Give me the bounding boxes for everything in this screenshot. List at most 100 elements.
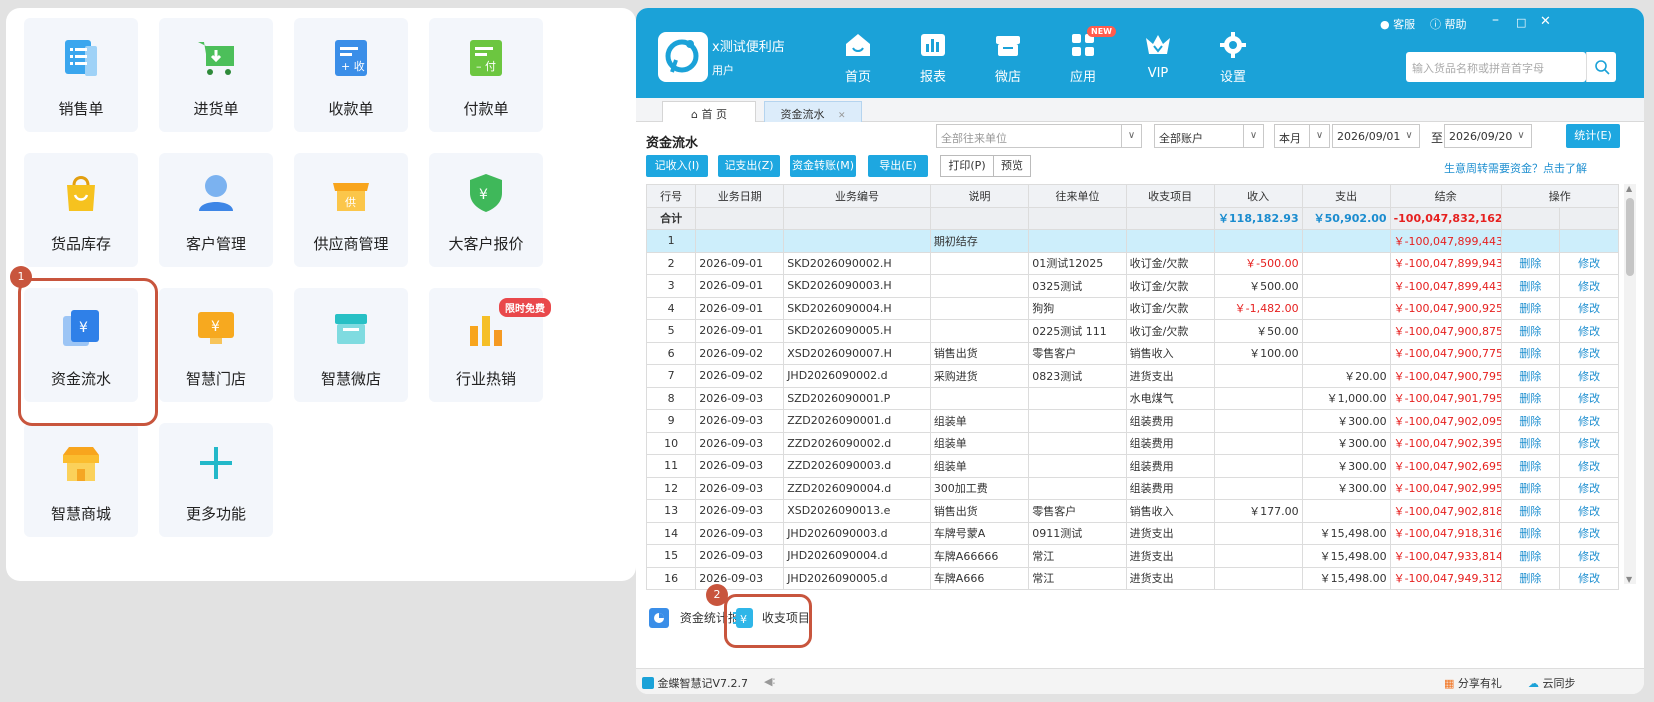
record-expense-button[interactable]: 记支出(Z) <box>718 155 780 177</box>
table-row[interactable]: 14 2026-09-03 JHD2026090003.d 车牌号蒙A 0911测试 进货… <box>645 521 1619 545</box>
row-code[interactable]: JHD2026090003.d <box>783 521 931 545</box>
date-from-picker[interactable]: 2026/09/01 ∨ <box>1332 124 1420 148</box>
table-row[interactable]: 16 2026-09-03 JHD2026090005.d 车牌A666 常江 进货支出 ￥… <box>645 566 1619 590</box>
tile-mall[interactable]: 智慧商城 <box>24 423 138 537</box>
tile-sales-order[interactable]: 销售单 <box>24 18 138 132</box>
customer-service-link[interactable]: ● 客服 <box>1380 16 1415 32</box>
row-code[interactable]: XSD2026090013.e <box>783 499 931 523</box>
scroll-up-icon[interactable]: ▲ <box>1626 184 1632 193</box>
delete-link[interactable]: 删除 <box>1500 274 1561 298</box>
edit-link[interactable]: 修改 <box>1559 274 1619 298</box>
table-scrollbar[interactable]: ▲ ▼ <box>1624 184 1636 584</box>
col-header-desc[interactable]: 说明 <box>929 184 1030 208</box>
table-row[interactable]: 15 2026-09-03 JHD2026090004.d 车牌A66666 常江 进货支… <box>645 544 1619 568</box>
nav-home[interactable]: 首页 <box>828 32 888 85</box>
nav-report[interactable]: 报表 <box>903 32 963 85</box>
tile-payment[interactable]: – 付 付款单 <box>429 18 543 132</box>
delete-link[interactable]: 删除 <box>1500 454 1561 478</box>
tab-close-icon[interactable]: ✕ <box>838 111 846 121</box>
account-select[interactable]: 全部账户 ∨ <box>1154 124 1264 148</box>
edit-link[interactable]: 修改 <box>1559 454 1619 478</box>
col-header-item[interactable]: 收支项目 <box>1125 184 1215 208</box>
edit-link[interactable]: 修改 <box>1559 409 1619 433</box>
delete-link[interactable]: 删除 <box>1500 409 1561 433</box>
row-code[interactable]: ZZD2026090003.d <box>783 454 931 478</box>
delete-link[interactable]: 删除 <box>1500 566 1561 590</box>
delete-link[interactable]: 删除 <box>1500 386 1561 410</box>
store-name[interactable]: x测试便利店 <box>712 36 785 55</box>
table-row[interactable]: 8 2026-09-03 SZD2026090001.P 水电煤气 ￥1,000.00 ￥… <box>645 386 1619 410</box>
nav-settings[interactable]: 设置 <box>1203 32 1263 85</box>
edit-link[interactable]: 修改 <box>1559 544 1619 568</box>
delete-link[interactable]: 删除 <box>1500 341 1561 365</box>
partner-select[interactable]: 全部往来单位 ∨ <box>936 124 1142 148</box>
close-button[interactable]: ✕ <box>1540 14 1551 29</box>
edit-link[interactable]: 修改 <box>1559 319 1619 343</box>
table-row[interactable]: 4 2026-09-01 SKD2026090004.H 狗狗 收订金/欠款 ￥-1,48… <box>645 296 1619 320</box>
table-row[interactable]: 6 2026-09-02 XSD2026090007.H 销售出货 零售客户 销售收入 ￥1… <box>645 341 1619 365</box>
edit-link[interactable]: 修改 <box>1559 364 1619 388</box>
edit-link[interactable]: 修改 <box>1559 386 1619 410</box>
col-header-expense[interactable]: 支出 <box>1301 184 1391 208</box>
scroll-down-icon[interactable]: ▼ <box>1626 575 1632 584</box>
edit-link[interactable]: 修改 <box>1559 521 1619 545</box>
col-header-no[interactable]: 行号 <box>645 184 697 208</box>
delete-link[interactable]: 删除 <box>1500 431 1561 455</box>
tab-home[interactable]: ⌂ 首 页 <box>662 101 756 122</box>
stat-button[interactable]: 统计(E) <box>1566 124 1620 148</box>
edit-link[interactable]: 修改 <box>1559 296 1619 320</box>
delete-link[interactable]: 删除 <box>1500 364 1561 388</box>
table-row[interactable]: 12 2026-09-03 ZZD2026090004.d 300加工费 组装费用 ￥30… <box>645 476 1619 500</box>
delete-link[interactable]: 删除 <box>1500 296 1561 320</box>
fund-transfer-button[interactable]: 资金转账(M) <box>790 155 856 177</box>
row-code[interactable]: SKD2026090004.H <box>783 296 931 320</box>
maximize-button[interactable]: □ <box>1516 16 1526 29</box>
tab-cash-flow[interactable]: 资金流水 ✕ <box>764 101 862 122</box>
tile-supplier[interactable]: 供 供应商管理 <box>294 153 408 267</box>
scroll-thumb[interactable] <box>1626 198 1634 276</box>
row-code[interactable]: ZZD2026090002.d <box>783 431 931 455</box>
share-gift-link[interactable]: ▦ 分享有礼 <box>1444 675 1502 691</box>
cloud-sync-link[interactable]: ☁ 云同步 <box>1528 675 1576 691</box>
edit-link[interactable]: 修改 <box>1559 476 1619 500</box>
search-button[interactable] <box>1586 52 1616 82</box>
delete-link[interactable]: 删除 <box>1500 544 1561 568</box>
record-income-button[interactable]: 记收入(I) <box>646 155 708 177</box>
table-row[interactable]: 7 2026-09-02 JHD2026090002.d 采购进货 0823测试 进货支出… <box>645 364 1619 388</box>
delete-link[interactable]: 删除 <box>1500 251 1561 275</box>
preview-button[interactable]: 预览 <box>993 155 1031 177</box>
tile-purchase-order[interactable]: 进货单 <box>159 18 273 132</box>
table-row[interactable]: 11 2026-09-03 ZZD2026090003.d 组装单 组装费用 ￥300.0… <box>645 454 1619 478</box>
delete-link[interactable]: 删除 <box>1500 476 1561 500</box>
row-code[interactable]: JHD2026090002.d <box>783 364 931 388</box>
search-input[interactable]: 输入货品名称或拼音首字母 <box>1406 52 1586 82</box>
row-code[interactable]: SKD2026090003.H <box>783 274 931 298</box>
row-code[interactable]: SZD2026090001.P <box>783 386 931 410</box>
export-button[interactable]: 导出(E) <box>868 155 928 177</box>
delete-link[interactable]: 删除 <box>1500 319 1561 343</box>
table-row[interactable]: 9 2026-09-03 ZZD2026090001.d 组装单 组装费用 ￥300.00… <box>645 409 1619 433</box>
delete-link[interactable]: 删除 <box>1500 499 1561 523</box>
opening-row[interactable]: 1 期初结存 ￥-100,047,899,443.29 <box>645 229 1619 253</box>
minimize-button[interactable]: – <box>1492 12 1499 28</box>
row-code[interactable]: ZZD2026090004.d <box>783 476 931 500</box>
period-select[interactable]: 本月 ∨ <box>1274 124 1330 148</box>
col-header-date[interactable]: 业务日期 <box>695 184 785 208</box>
table-row[interactable]: 10 2026-09-03 ZZD2026090002.d 组装单 组装费用 ￥300.0… <box>645 431 1619 455</box>
table-row[interactable]: 2 2026-09-01 SKD2026090002.H 01测试12025 收订金/欠… <box>645 251 1619 275</box>
tile-micro-store[interactable]: 智慧微店 <box>294 288 408 402</box>
date-to-picker[interactable]: 2026/09/20 ∨ <box>1444 124 1532 148</box>
edit-link[interactable]: 修改 <box>1559 251 1619 275</box>
row-code[interactable]: SKD2026090005.H <box>783 319 931 343</box>
row-code[interactable]: SKD2026090002.H <box>783 251 931 275</box>
row-code[interactable]: ZZD2026090001.d <box>783 409 931 433</box>
print-button[interactable]: 打印(P) <box>940 155 994 177</box>
table-row[interactable]: 3 2026-09-01 SKD2026090003.H 0325测试 收订金/欠款 ￥5… <box>645 274 1619 298</box>
nav-vip[interactable]: VIP <box>1128 32 1188 81</box>
tile-smart-store[interactable]: ¥ 智慧门店 <box>159 288 273 402</box>
col-header-partner[interactable]: 往来单位 <box>1028 184 1127 208</box>
tile-receipt[interactable]: + 收 收款单 <box>294 18 408 132</box>
tile-vip-price[interactable]: ¥ 大客户报价 <box>429 153 543 267</box>
nav-apps[interactable]: NEW 应用 <box>1053 26 1116 85</box>
nav-shop[interactable]: 微店 <box>978 32 1038 85</box>
